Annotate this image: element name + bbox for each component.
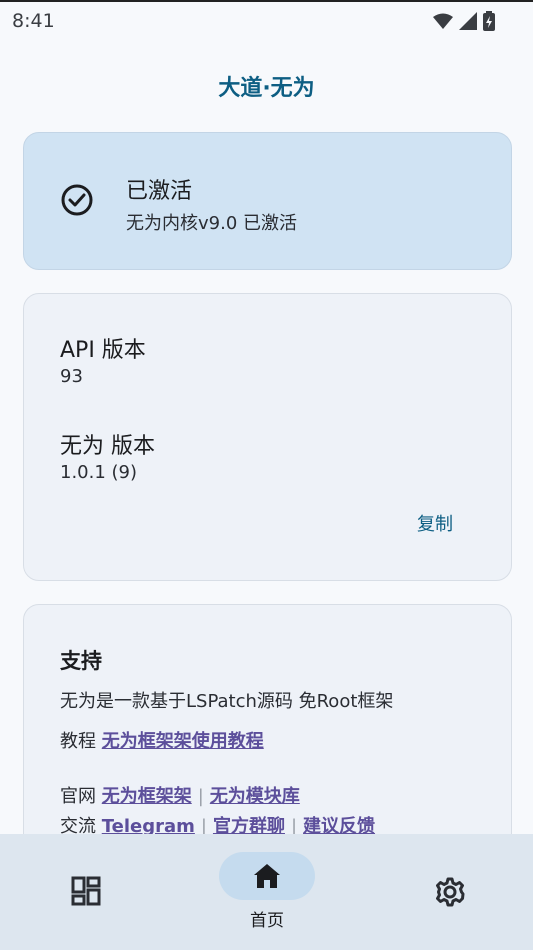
check-circle-icon	[61, 184, 93, 216]
nav-item-settings[interactable]	[410, 876, 490, 916]
home-icon	[254, 864, 280, 888]
status-icons	[433, 11, 495, 31]
status-title: 已激活	[126, 179, 193, 204]
nav-home-label: 首页	[250, 911, 284, 931]
nav-item-home[interactable]: 首页	[219, 834, 315, 950]
nav-home-indicator	[219, 852, 315, 900]
battery-charging-icon	[483, 11, 495, 31]
api-version-value: 93	[60, 366, 83, 387]
copy-button[interactable]: 复制	[417, 510, 453, 536]
website-link-modules[interactable]: 无为模块库	[210, 786, 300, 807]
app-title: 大道·无为	[218, 76, 315, 101]
tutorial-prefix: 教程	[60, 731, 96, 752]
api-version-label: API 版本	[60, 338, 146, 363]
gear-icon	[436, 877, 465, 907]
nav-item-dashboard[interactable]	[46, 876, 126, 916]
wifi-icon	[433, 13, 453, 29]
dashboard-icon	[71, 876, 101, 906]
support-title: 支持	[60, 649, 102, 673]
status-subtitle: 无为内核v9.0 已激活	[126, 213, 297, 234]
version-info-card: API 版本 93 无为 版本 1.0.1 (9) 复制	[23, 293, 512, 581]
tutorial-row: 教程 无为框架架使用教程	[60, 727, 264, 753]
website-row: 官网 无为框架架 | 无为模块库	[60, 782, 300, 808]
website-link-framework[interactable]: 无为框架架	[102, 786, 192, 807]
divider: |	[197, 786, 204, 807]
signal-icon	[459, 12, 477, 30]
bottom-navigation: 首页	[0, 834, 533, 950]
status-time: 8:41	[12, 10, 55, 32]
support-description: 无为是一款基于LSPatch源码 免Root框架	[60, 691, 394, 712]
app-version-value: 1.0.1 (9)	[60, 462, 138, 483]
support-card: 支持 无为是一款基于LSPatch源码 免Root框架 教程 无为框架架使用教程…	[23, 604, 512, 864]
website-prefix: 官网	[60, 786, 96, 807]
status-card: 已激活 无为内核v9.0 已激活	[23, 132, 512, 270]
status-bar: 8:41	[0, 0, 533, 40]
tutorial-link[interactable]: 无为框架架使用教程	[102, 731, 264, 752]
app-version-label: 无为 版本	[60, 434, 155, 459]
